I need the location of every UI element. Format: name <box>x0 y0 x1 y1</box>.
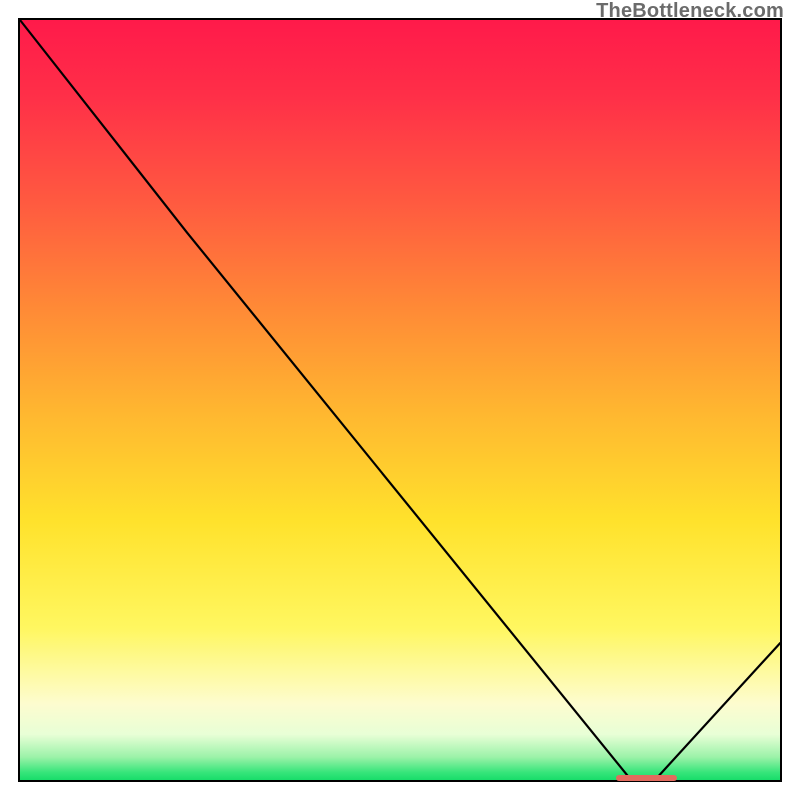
plot-area <box>18 18 782 782</box>
bottleneck-curve <box>20 20 780 776</box>
chart-container: TheBottleneck.com <box>0 0 800 800</box>
optimal-region-marker <box>616 775 677 781</box>
curve-layer <box>20 20 780 780</box>
